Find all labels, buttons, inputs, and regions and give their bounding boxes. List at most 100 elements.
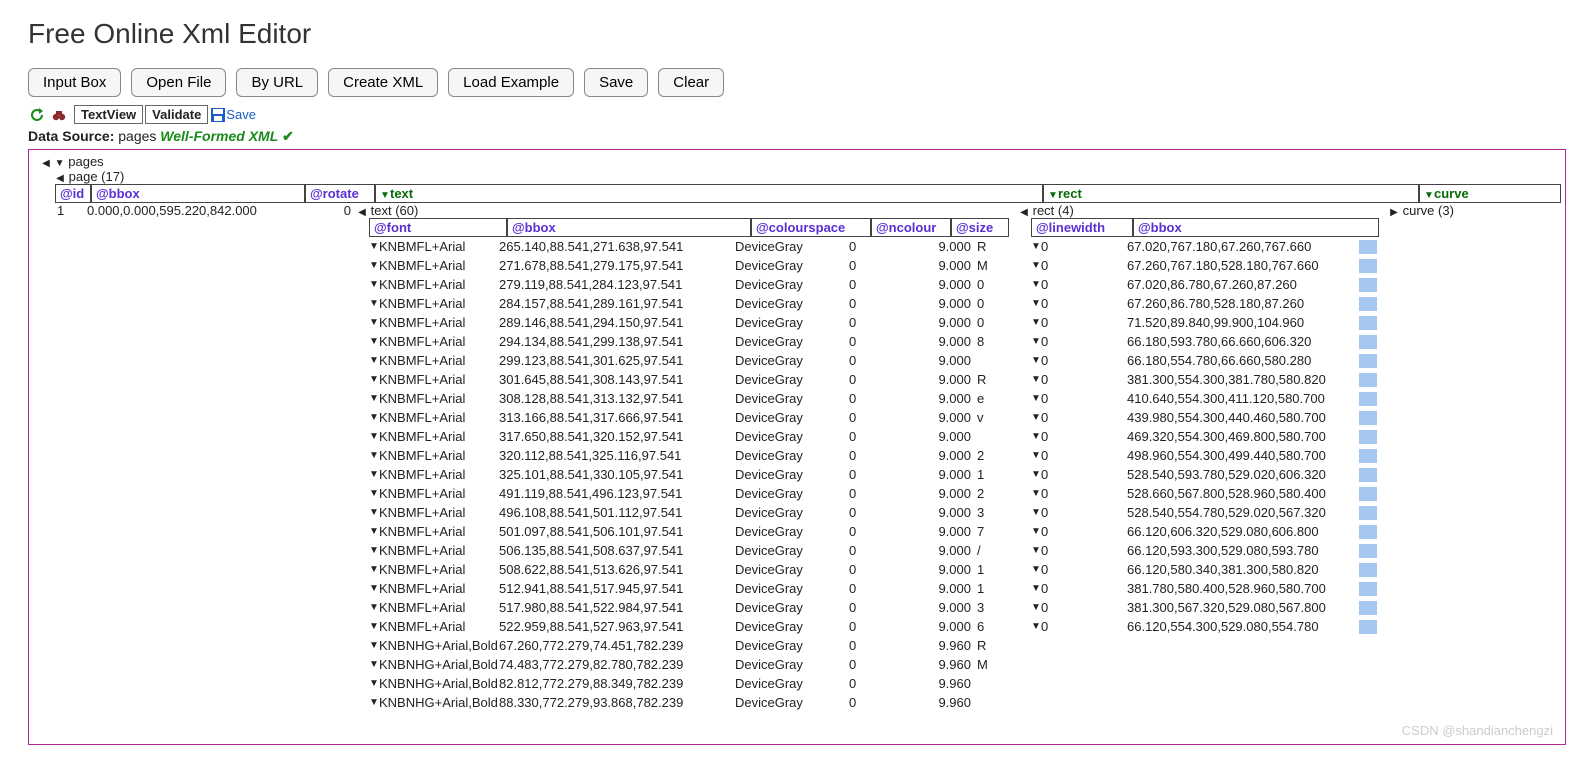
expand-icon[interactable] (369, 488, 379, 499)
col-rotate[interactable]: @rotate (305, 184, 375, 203)
text-row[interactable]: KNBMFL+Arial308.128,88.541,313.132,97.54… (369, 389, 1019, 408)
expand-icon[interactable] (1031, 412, 1041, 423)
expand-icon[interactable] (369, 412, 379, 423)
text-row[interactable]: KNBMFL+Arial301.645,88.541,308.143,97.54… (369, 370, 1019, 389)
rect-row[interactable]: 0381.780,580.400,528.960,580.700 (1031, 579, 1389, 598)
rect-row[interactable]: 067.260,767.180,528.180,767.660 (1031, 256, 1389, 275)
rect-row[interactable]: 066.180,593.780,66.660,606.320 (1031, 332, 1389, 351)
clear-button[interactable]: Clear (658, 68, 724, 97)
create-xml-button[interactable]: Create XML (328, 68, 438, 97)
curve-node-row[interactable]: curve (3) (1389, 203, 1561, 218)
expand-icon[interactable] (1031, 564, 1041, 575)
text-row[interactable]: KNBMFL+Arial317.650,88.541,320.152,97.54… (369, 427, 1019, 446)
expand-icon[interactable] (1031, 545, 1041, 556)
rect-row[interactable]: 066.180,554.780,66.660,580.280 (1031, 351, 1389, 370)
expand-icon[interactable] (1031, 355, 1041, 366)
rect-row[interactable]: 0528.540,593.780,529.020,606.320 (1031, 465, 1389, 484)
collapse-icon[interactable] (55, 173, 65, 184)
expand-icon[interactable] (1031, 621, 1041, 632)
expand-icon[interactable] (369, 469, 379, 480)
col-rect-bbox[interactable]: @bbox (1133, 218, 1379, 237)
by-url-button[interactable]: By URL (236, 68, 318, 97)
expand-icon[interactable] (369, 602, 379, 613)
col-rect[interactable]: rect (1043, 184, 1419, 203)
text-row[interactable]: KNBNHG+Arial,Bold67.260,772.279,74.451,7… (369, 636, 1019, 655)
expand-icon[interactable] (369, 507, 379, 518)
expand-icon[interactable] (1031, 450, 1041, 461)
text-row[interactable]: KNBMFL+Arial506.135,88.541,508.637,97.54… (369, 541, 1019, 560)
col-curve[interactable]: curve (1419, 184, 1561, 203)
expand-icon[interactable] (1031, 298, 1041, 309)
expand-icon[interactable] (369, 298, 379, 309)
rect-row[interactable]: 0381.300,567.320,529.080,567.800 (1031, 598, 1389, 617)
col-colourspace[interactable]: @colourspace (751, 218, 871, 237)
expand-icon[interactable] (1031, 526, 1041, 537)
expand-icon[interactable] (1031, 374, 1041, 385)
rect-row[interactable]: 0498.960,554.300,499.440,580.700 (1031, 446, 1389, 465)
expand-icon[interactable] (1031, 241, 1041, 252)
text-row[interactable]: KNBMFL+Arial325.101,88.541,330.105,97.54… (369, 465, 1019, 484)
collapse-icon[interactable] (357, 207, 367, 218)
col-ncolour[interactable]: @ncolour (871, 218, 951, 237)
text-row[interactable]: KNBMFL+Arial289.146,88.541,294.150,97.54… (369, 313, 1019, 332)
rect-row[interactable]: 066.120,554.300,529.080,554.780 (1031, 617, 1389, 636)
expand-icon[interactable] (1031, 602, 1041, 613)
col-size[interactable]: @size (951, 218, 1009, 237)
rect-row[interactable]: 0469.320,554.300,469.800,580.700 (1031, 427, 1389, 446)
rect-row[interactable]: 067.260,86.780,528.180,87.260 (1031, 294, 1389, 313)
rect-row[interactable]: 071.520,89.840,99.900,104.960 (1031, 313, 1389, 332)
text-row[interactable]: KNBMFL+Arial271.678,88.541,279.175,97.54… (369, 256, 1019, 275)
text-row[interactable]: KNBNHG+Arial,Bold82.812,772.279,88.349,7… (369, 674, 1019, 693)
expand-icon[interactable] (369, 564, 379, 575)
expand-icon[interactable] (1031, 431, 1041, 442)
collapse-icon[interactable] (41, 158, 51, 169)
refresh-icon[interactable] (28, 106, 46, 124)
textview-tab[interactable]: TextView (74, 105, 143, 124)
expand-icon[interactable] (369, 374, 379, 385)
rect-row[interactable]: 0439.980,554.300,440.460,580.700 (1031, 408, 1389, 427)
rect-row[interactable]: 066.120,593.300,529.080,593.780 (1031, 541, 1389, 560)
rect-row[interactable]: 0528.540,554.780,529.020,567.320 (1031, 503, 1389, 522)
expand-icon[interactable] (1031, 583, 1041, 594)
expand-icon[interactable] (55, 158, 65, 169)
save-button[interactable]: Save (584, 68, 648, 97)
rect-node-row[interactable]: rect (4) (1019, 203, 1389, 218)
input-box-button[interactable]: Input Box (28, 68, 121, 97)
text-row[interactable]: KNBMFL+Arial284.157,88.541,289.161,97.54… (369, 294, 1019, 313)
text-row[interactable]: KNBMFL+Arial522.959,88.541,527.963,97.54… (369, 617, 1019, 636)
rect-row[interactable]: 066.120,580.340,381.300,580.820 (1031, 560, 1389, 579)
text-row[interactable]: KNBMFL+Arial265.140,88.541,271.638,97.54… (369, 237, 1019, 256)
text-row[interactable]: KNBMFL+Arial320.112,88.541,325.116,97.54… (369, 446, 1019, 465)
rect-row[interactable]: 067.020,86.780,67.260,87.260 (1031, 275, 1389, 294)
expand-icon[interactable] (369, 659, 379, 670)
expand-icon[interactable] (369, 583, 379, 594)
expand-icon[interactable] (369, 640, 379, 651)
expand-icon[interactable] (369, 317, 379, 328)
col-bbox[interactable]: @bbox (91, 184, 305, 203)
expand-icon[interactable] (1031, 317, 1041, 328)
expand-icon[interactable] (1031, 393, 1041, 404)
text-row[interactable]: KNBNHG+Arial,Bold74.483,772.279,82.780,7… (369, 655, 1019, 674)
text-row[interactable]: KNBMFL+Arial512.941,88.541,517.945,97.54… (369, 579, 1019, 598)
expand-icon[interactable] (1031, 488, 1041, 499)
expand-icon[interactable] (369, 450, 379, 461)
text-row[interactable]: KNBMFL+Arial517.980,88.541,522.984,97.54… (369, 598, 1019, 617)
expand-icon[interactable] (369, 336, 379, 347)
text-row[interactable]: KNBMFL+Arial294.134,88.541,299.138,97.54… (369, 332, 1019, 351)
expand-icon[interactable] (1031, 260, 1041, 271)
validate-tab[interactable]: Validate (145, 105, 208, 124)
rect-row[interactable]: 0528.660,567.800,528.960,580.400 (1031, 484, 1389, 503)
expand-icon[interactable] (369, 431, 379, 442)
tree-page-row[interactable]: page (17) (55, 169, 1561, 184)
col-text-bbox[interactable]: @bbox (507, 218, 751, 237)
text-node-row[interactable]: text (60) (357, 203, 1019, 218)
rect-row[interactable]: 066.120,606.320,529.080,606.800 (1031, 522, 1389, 541)
expand-icon[interactable] (369, 393, 379, 404)
expand-icon[interactable] (369, 545, 379, 556)
rect-row[interactable]: 0410.640,554.300,411.120,580.700 (1031, 389, 1389, 408)
expand-icon[interactable] (1031, 507, 1041, 518)
text-row[interactable]: KNBMFL+Arial313.166,88.541,317.666,97.54… (369, 408, 1019, 427)
expand-icon[interactable] (369, 241, 379, 252)
collapse-icon[interactable] (1019, 207, 1029, 218)
col-font[interactable]: @font (369, 218, 507, 237)
